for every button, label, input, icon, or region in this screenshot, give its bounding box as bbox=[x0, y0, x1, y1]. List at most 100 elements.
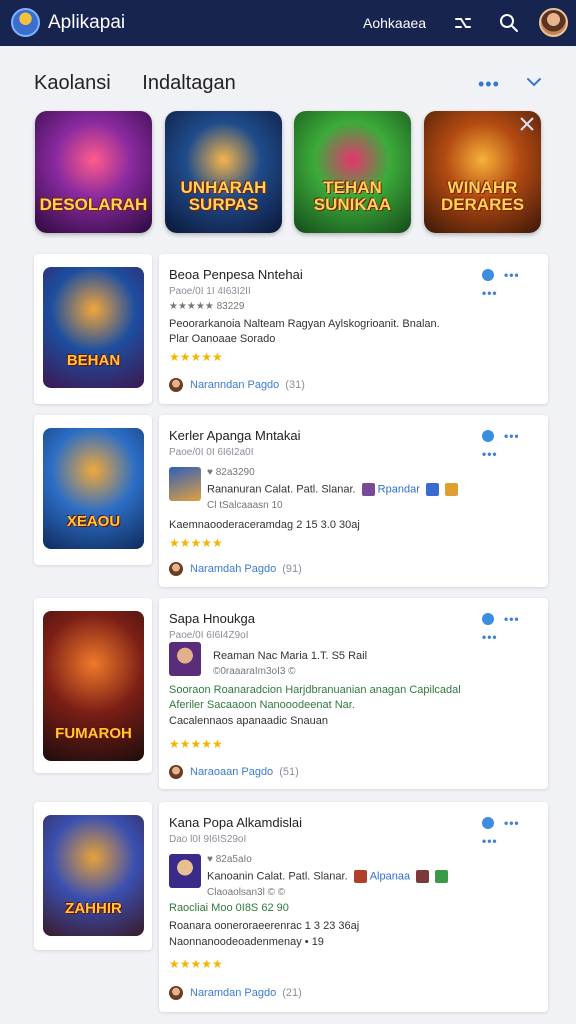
game-title[interactable]: Kerler Apanga Mntakai bbox=[169, 428, 301, 443]
game-description: Plar Oanoaae Sorado bbox=[169, 333, 276, 345]
game-description: Cacalennaos apanaadic Snauan bbox=[169, 715, 329, 727]
developer-sub: Cl tSalcaaasn 10 bbox=[207, 500, 283, 511]
developer-link[interactable]: Rpandar bbox=[378, 483, 420, 495]
info-icon[interactable] bbox=[482, 268, 494, 281]
developer-sub: Claoaolsan3l © © bbox=[207, 887, 286, 898]
game-title[interactable]: Beoa Penpesa Nntehai bbox=[169, 267, 303, 282]
star-rating: ★★★★★ bbox=[169, 957, 223, 971]
game-details: Beoa Penpesa Nntehai ••• ••• Paoe/0I 1I 4… bbox=[159, 254, 548, 404]
game-highlight: Aferiler Sacaaoon Nanooodeenat Nar. bbox=[169, 699, 355, 711]
info-icon[interactable] bbox=[482, 429, 494, 442]
more-options-icon[interactable]: ••• bbox=[478, 74, 500, 95]
tab-kaolansi[interactable]: Kaolansi bbox=[34, 72, 111, 94]
game-highlight: Raocliai Moo 0I8S 62 90 bbox=[169, 902, 289, 914]
game-title[interactable]: Kana Popa Alkamdislai bbox=[169, 815, 302, 830]
user-avatar[interactable] bbox=[539, 8, 568, 37]
game-description: Kaemnaooderaceramdag 2 15 3.0 30aj bbox=[169, 519, 360, 531]
developer-text: Kanoanin Calat. Patl. Slanar. bbox=[207, 870, 348, 883]
info-icon[interactable] bbox=[482, 816, 494, 829]
game-list-item[interactable]: FUMAROH Sapa Hnoukga ••• ••• Paoe/0I 6I6I… bbox=[34, 598, 548, 789]
reviews-count: (31) bbox=[285, 378, 305, 391]
game-details: Sapa Hnoukga ••• ••• Paoe/0I 6I6I4Z9oI Re… bbox=[159, 598, 548, 789]
game-details: Kerler Apanga Mntakai ••• ••• Paoe/0I 0I … bbox=[159, 415, 548, 587]
thumbnail-frame: BEHAN bbox=[34, 254, 152, 404]
more-icon[interactable]: ••• bbox=[504, 612, 520, 626]
tag-icon bbox=[416, 870, 430, 883]
tag-icon bbox=[353, 870, 367, 883]
tab-indaltagan[interactable]: Indaltagan bbox=[142, 72, 235, 94]
game-list-item[interactable]: ZAHHIR Kana Popa Alkamdislai ••• ••• Dao … bbox=[34, 802, 548, 1012]
featured-game-title: UNHARAH SURPAS bbox=[180, 178, 267, 214]
top-nav-link[interactable]: Aohkaaea bbox=[363, 15, 426, 31]
likes-count: ♥ 82a3290 bbox=[207, 467, 255, 478]
developer-avatar bbox=[169, 642, 201, 676]
star-rating: ★★★★★ bbox=[169, 536, 223, 550]
thumbnail-frame: FUMAROH bbox=[34, 598, 152, 773]
featured-game-card[interactable]: TEHAN SUNIKAA bbox=[294, 111, 411, 233]
featured-game-card[interactable]: UNHARAH SURPAS bbox=[165, 111, 282, 233]
reviews-label: Naramdan Pagdo bbox=[190, 986, 277, 999]
likes-count: ♥ 82a5aIo bbox=[207, 854, 252, 865]
reviews-count: (21) bbox=[282, 986, 302, 999]
developer-sub: ©0raaaraIm3oI3 © bbox=[213, 666, 296, 677]
reviewer-avatar bbox=[169, 562, 183, 576]
more-icon[interactable]: ••• bbox=[482, 447, 498, 461]
game-thumbnail[interactable]: XEAOU bbox=[43, 428, 144, 549]
tag-icon bbox=[361, 483, 375, 496]
star-rating: ★★★★★ bbox=[169, 350, 223, 364]
reviews-count: (91) bbox=[282, 562, 302, 575]
more-icon[interactable]: ••• bbox=[504, 816, 520, 830]
more-icon[interactable]: ••• bbox=[482, 286, 498, 300]
reviewer-avatar bbox=[169, 986, 183, 1000]
thumbnail-title: XEAOU bbox=[66, 513, 121, 530]
shuffle-icon[interactable] bbox=[451, 11, 475, 35]
game-details: Kana Popa Alkamdislai ••• ••• Dao l0I 9I6… bbox=[159, 802, 548, 1012]
developer-link[interactable]: Alpanaa bbox=[370, 870, 410, 882]
game-meta: Paoe/0I 6I6I4Z9oI bbox=[169, 630, 249, 641]
more-icon[interactable]: ••• bbox=[482, 834, 498, 848]
game-description: Roanara ooneroraeerenrac 1 3 23 36aj bbox=[169, 920, 360, 932]
game-thumbnail[interactable]: FUMAROH bbox=[43, 611, 144, 761]
game-thumbnail[interactable]: BEHAN bbox=[43, 267, 144, 388]
developer-avatar bbox=[169, 854, 201, 888]
tag-icon bbox=[444, 483, 458, 496]
featured-game-title: TEHAN SUNIKAA bbox=[313, 178, 392, 214]
crossed-swords-icon bbox=[520, 117, 534, 131]
tag-icon bbox=[435, 870, 449, 883]
app-logo-icon[interactable] bbox=[11, 8, 40, 37]
card-actions: ••• ••• bbox=[482, 610, 548, 646]
reviewer-avatar bbox=[169, 378, 183, 392]
more-icon[interactable]: ••• bbox=[504, 268, 520, 282]
reviewer-avatar bbox=[169, 765, 183, 779]
featured-game-card[interactable]: WINAHR DERARES bbox=[424, 111, 541, 233]
more-icon[interactable]: ••• bbox=[482, 630, 498, 644]
game-title[interactable]: Sapa Hnoukga bbox=[169, 611, 255, 626]
card-actions: ••• ••• bbox=[482, 814, 548, 850]
reviews-link[interactable]: Naramdan Pagdo (21) bbox=[169, 986, 302, 1000]
more-icon[interactable]: ••• bbox=[504, 429, 520, 443]
reviews-link[interactable]: Naramdah Pagdo (91) bbox=[169, 562, 302, 576]
info-icon[interactable] bbox=[482, 612, 494, 625]
app-title: Aplikapai bbox=[48, 12, 126, 33]
reviews-link[interactable]: Naranndan Pagdo (31) bbox=[169, 378, 305, 392]
search-icon[interactable] bbox=[497, 11, 521, 35]
game-list-item[interactable]: XEAOU Kerler Apanga Mntakai ••• ••• Paoe/… bbox=[34, 415, 548, 587]
developer-text: Reaman Nac Maria 1.T. S5 Rail bbox=[213, 650, 368, 662]
chevron-down-icon[interactable] bbox=[524, 72, 544, 92]
top-app-bar: Aplikapai Aohkaaea bbox=[0, 0, 576, 46]
reviews-label: Naraoaan Pagdo bbox=[190, 765, 274, 778]
reviews-label: Naranndan Pagdo bbox=[190, 378, 280, 391]
featured-game-card[interactable]: DESOLARAH bbox=[35, 111, 152, 233]
game-meta: Paoe/0I 1I 4I63I2II bbox=[169, 286, 251, 297]
thumbnail-frame: ZAHHIR bbox=[34, 802, 152, 950]
section-tabs: Kaolansi Indaltagan bbox=[34, 72, 262, 95]
reviews-link[interactable]: Naraoaan Pagdo (51) bbox=[169, 765, 299, 779]
card-actions: ••• ••• bbox=[482, 266, 548, 302]
game-description: Peoorarkanoia Nalteam Ragyan Aylskogrioa… bbox=[169, 318, 440, 330]
featured-game-title: DESOLARAH bbox=[39, 195, 148, 214]
game-thumbnail[interactable]: ZAHHIR bbox=[43, 815, 144, 936]
game-meta: Dao l0I 9I6IS29oI bbox=[169, 834, 247, 845]
game-list-item[interactable]: BEHAN Beoa Penpesa Nntehai ••• ••• Paoe/0… bbox=[34, 254, 548, 404]
rating-line: ★★★★★ 83229 bbox=[169, 301, 245, 312]
featured-game-title: WINAHR DERARES bbox=[440, 178, 525, 214]
